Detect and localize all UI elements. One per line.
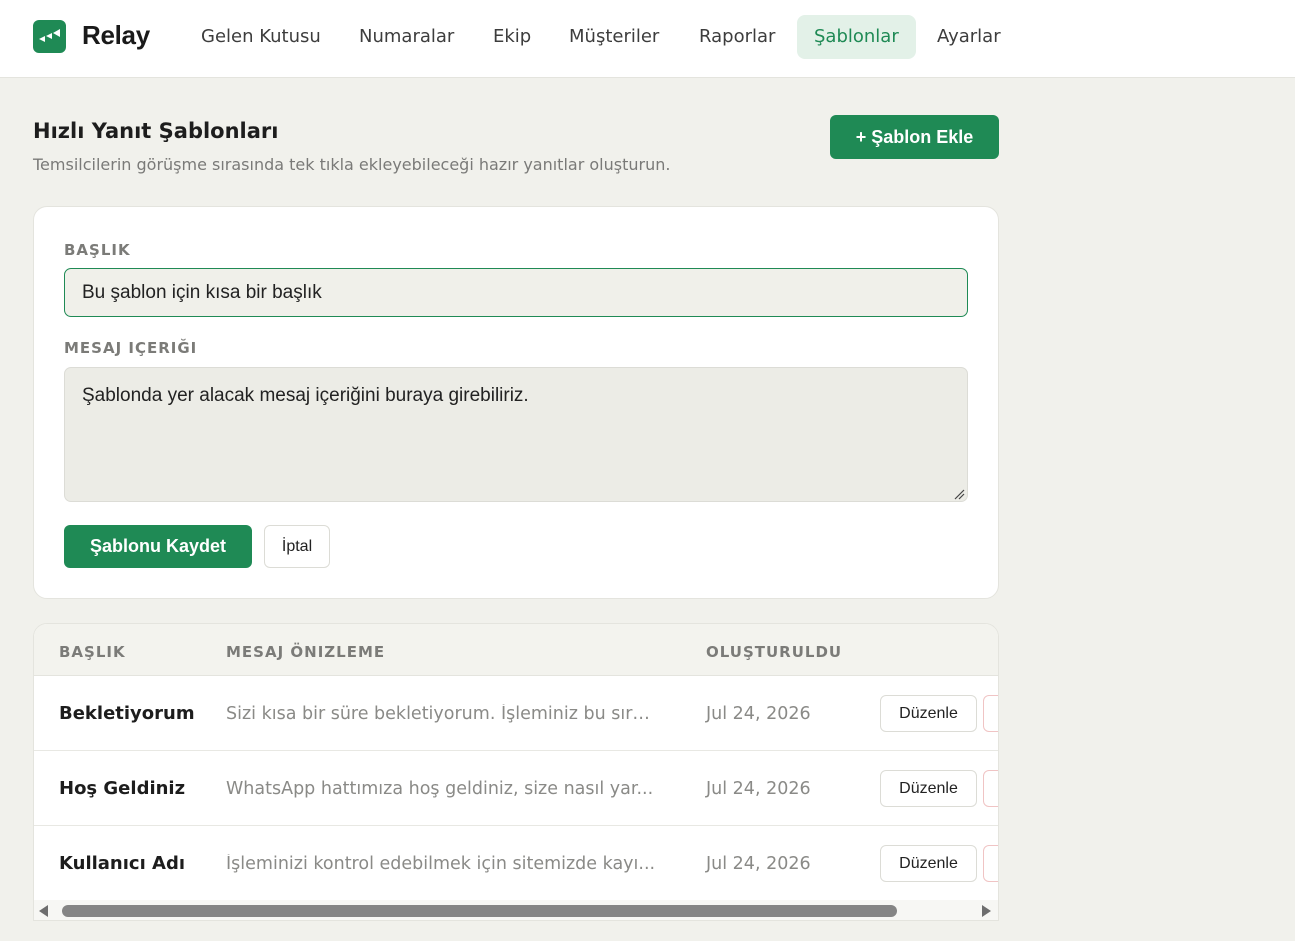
nav-item-musteriler[interactable]: Müşteriler xyxy=(552,15,676,59)
nav-item-raporlar[interactable]: Raporlar xyxy=(682,15,792,59)
row-preview: Sizi kısa bir süre bekletiyorum. İşlemin… xyxy=(226,704,656,724)
row-preview: İşleminizi kontrol edebilmek için sitemi… xyxy=(226,854,656,874)
edit-button[interactable]: Düzenle xyxy=(880,845,977,882)
row-date: Jul 24, 2026 xyxy=(706,854,811,874)
edit-button[interactable]: Düzenle xyxy=(880,695,977,732)
table-row: Hoş Geldiniz WhatsApp hattımıza hoş geld… xyxy=(34,751,998,826)
delete-button[interactable] xyxy=(983,845,998,882)
delete-button[interactable] xyxy=(983,770,998,807)
table-row: Bekletiyorum Sizi kısa bir süre bekletiy… xyxy=(34,676,998,751)
row-title: Hoş Geldiniz xyxy=(59,778,186,799)
page-subtitle: Temsilcilerin görüşme sırasında tek tıkl… xyxy=(33,155,671,174)
column-header-preview: MESAJ ÖNIZLEME xyxy=(226,643,386,661)
save-template-button[interactable]: Şablonu Kaydet xyxy=(64,525,252,568)
templates-table: BAŞLIK MESAJ ÖNIZLEME OLUŞTURULDU Beklet… xyxy=(33,623,999,921)
row-date: Jul 24, 2026 xyxy=(706,779,811,799)
table-header: BAŞLIK MESAJ ÖNIZLEME OLUŞTURULDU xyxy=(34,624,998,676)
relay-logo-icon[interactable] xyxy=(33,20,66,53)
row-preview: WhatsApp hattımıza hoş geldiniz, size na… xyxy=(226,779,654,799)
brand-name[interactable]: Relay xyxy=(82,20,150,51)
title-field-label: BAŞLIK xyxy=(64,241,131,259)
scrollbar-thumb[interactable] xyxy=(62,905,897,917)
template-form-card: BAŞLIK MESAJ IÇERIĞI Şablonda yer alacak… xyxy=(33,206,999,599)
nav-item-numaralar[interactable]: Numaralar xyxy=(342,15,471,59)
message-field-label: MESAJ IÇERIĞI xyxy=(64,339,198,357)
template-message-textarea[interactable]: Şablonda yer alacak mesaj içeriğini bura… xyxy=(64,367,968,502)
table-row: Kullanıcı Adı İşleminizi kontrol edebilm… xyxy=(34,826,998,901)
column-header-title: BAŞLIK xyxy=(59,643,126,661)
template-title-input[interactable] xyxy=(64,268,968,317)
nav-item-gelen-kutusu[interactable]: Gelen Kutusu xyxy=(184,15,338,59)
edit-button[interactable]: Düzenle xyxy=(880,770,977,807)
nav-item-sablonlar[interactable]: Şablonlar xyxy=(797,15,916,59)
resize-grip-icon[interactable] xyxy=(953,488,965,500)
top-navbar: Relay Gelen Kutusu Numaralar Ekip Müşter… xyxy=(0,0,1295,78)
nav-item-ekip[interactable]: Ekip xyxy=(476,15,548,59)
scroll-left-arrow-icon[interactable] xyxy=(39,905,48,917)
add-template-button[interactable]: + Şablon Ekle xyxy=(830,115,999,159)
delete-button[interactable] xyxy=(983,695,998,732)
page-title: Hızlı Yanıt Şablonları xyxy=(33,119,279,143)
row-date: Jul 24, 2026 xyxy=(706,704,811,724)
nav-item-ayarlar[interactable]: Ayarlar xyxy=(920,15,1018,59)
row-title: Kullanıcı Adı xyxy=(59,853,186,874)
row-title: Bekletiyorum xyxy=(59,703,195,724)
cancel-button[interactable]: İptal xyxy=(264,525,330,568)
column-header-created: OLUŞTURULDU xyxy=(706,643,843,661)
scroll-right-arrow-icon[interactable] xyxy=(982,905,991,917)
horizontal-scrollbar[interactable] xyxy=(34,900,998,920)
